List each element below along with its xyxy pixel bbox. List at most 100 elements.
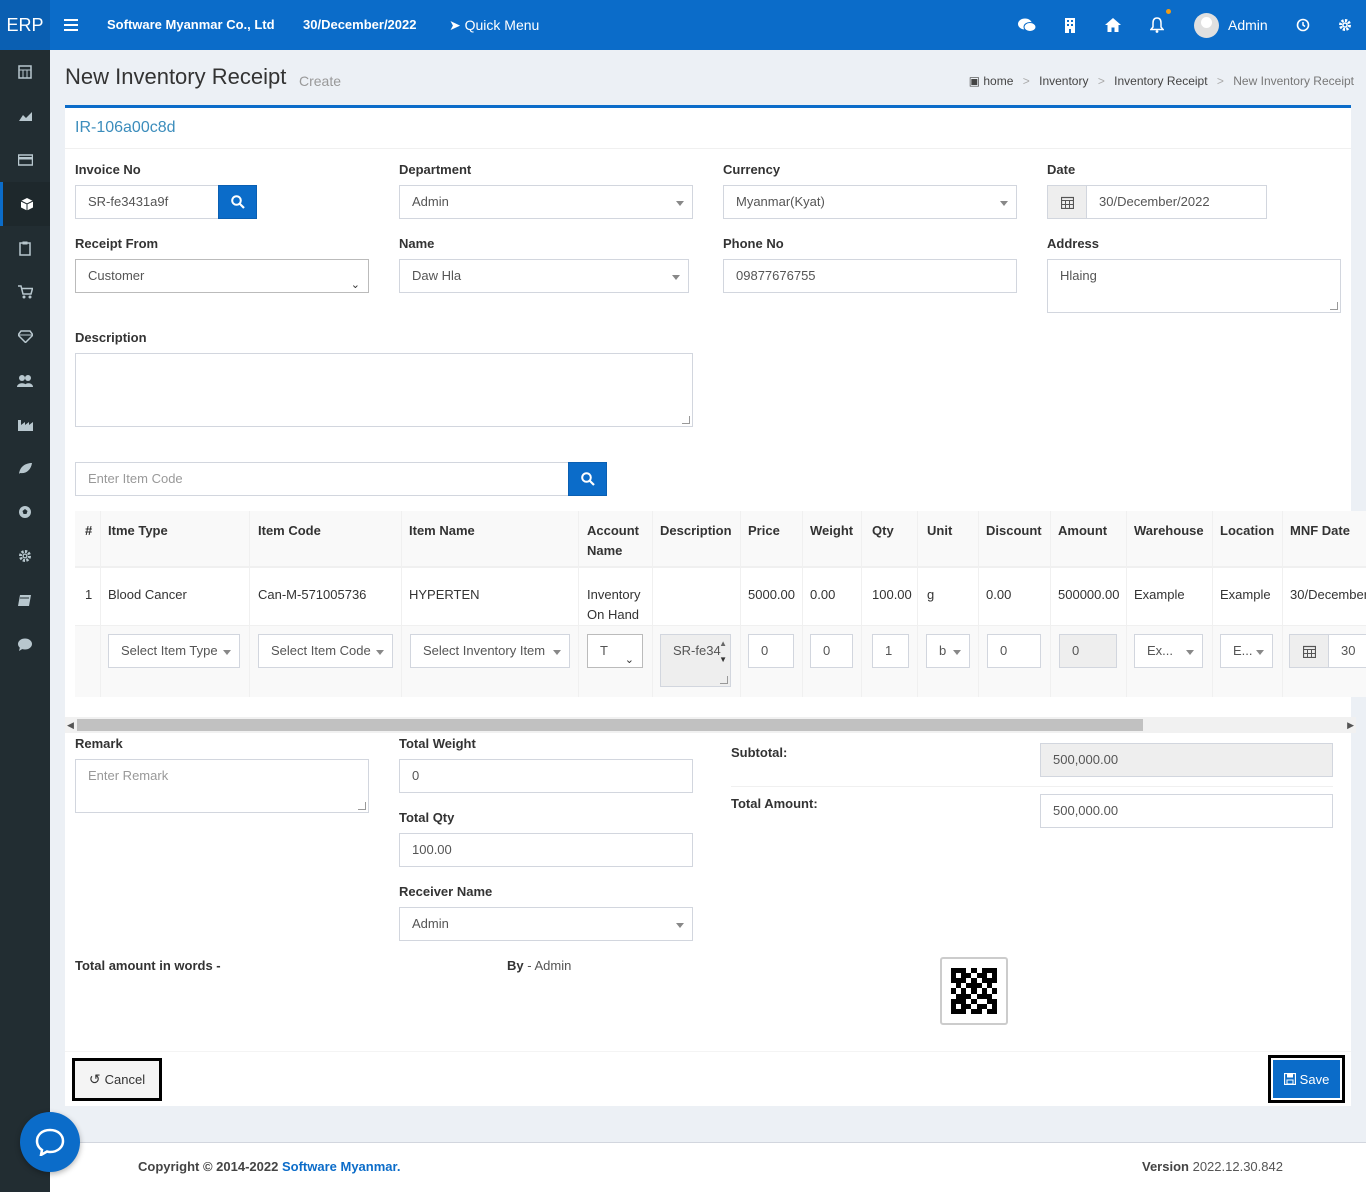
warehouse-value: Ex... [1147,643,1174,658]
save-label: Save [1299,1071,1330,1087]
floppy-disk-icon [1283,1073,1296,1085]
discount-input[interactable]: 0 [987,634,1041,668]
receipt-from-select[interactable]: Customer ⌄ [75,259,369,293]
invoice-no-input[interactable]: SR-fe3431a9f [75,185,219,219]
total-weight-label: Total Weight [399,736,476,751]
currency-select[interactable]: Myanmar(Kyat) [723,185,1017,219]
industry-icon[interactable] [0,402,50,446]
total-amount-label: Total Amount: [731,796,818,811]
department-select[interactable]: Admin [399,185,693,219]
remark-label: Remark [75,736,123,751]
scroll-left-icon[interactable]: ◀ [67,720,74,731]
calendar-icon [1302,645,1316,658]
phone-input[interactable]: 09877676755 [723,259,1017,293]
cell-no: 1 [85,587,93,602]
resize-handle-icon[interactable] [1330,302,1338,310]
qty-input[interactable]: 1 [872,634,909,668]
item-code-input[interactable]: Enter Item Code [75,462,569,496]
chat-widget-button[interactable] [20,1112,80,1172]
amount-input: 0 [1059,634,1117,668]
description-entry-textarea[interactable]: SR-fe34 ▲ ▼ [660,634,731,687]
comment-icon[interactable] [0,622,50,666]
cell-description [652,577,668,593]
remark-textarea[interactable]: Enter Remark [75,759,369,813]
football-icon[interactable] [0,490,50,534]
date-input[interactable]: 30/December/2022 [1086,185,1267,219]
quick-menu-button[interactable]: ➤ Quick Menu [449,0,539,50]
clipboard-icon[interactable] [0,226,50,270]
diamond-icon[interactable] [0,314,50,358]
sidebar-toggle-icon[interactable] [61,15,81,35]
undo-icon: ↺ [88,1071,101,1087]
credit-card-icon[interactable] [0,138,50,182]
invoice-search-button[interactable] [218,185,257,219]
resize-handle-icon[interactable] [682,416,690,424]
chat-icon[interactable] [1017,15,1037,35]
total-qty-input[interactable]: 100.00 [399,833,693,867]
mnf-calendar-addon[interactable] [1289,634,1329,668]
box-icon[interactable] [0,182,50,226]
breadcrumb: ▣ home > Inventory > Inventory Receipt >… [968,74,1354,88]
notification-dot [1166,9,1171,14]
unit-select[interactable]: b [926,634,970,668]
cell-amount: 500000.00 [1058,587,1120,602]
cancel-button[interactable]: ↺ Cancel [72,1058,162,1101]
cell-unit: g [927,587,935,602]
book-icon[interactable] [0,578,50,622]
company-name[interactable]: Software Myanmar Co., Ltd [107,0,275,50]
spin-up-icon[interactable]: ▲ [719,639,727,649]
receiver-name-select[interactable]: Admin [399,907,693,941]
weight-input[interactable]: 0 [810,634,853,668]
users-icon[interactable] [0,358,50,402]
gear-icon[interactable] [1335,15,1355,35]
spin-down-icon[interactable]: ▼ [719,655,727,665]
item-search-button[interactable] [568,462,607,496]
resize-handle-icon[interactable] [720,676,728,684]
breadcrumb-inventory-receipt[interactable]: Inventory Receipt [1114,74,1207,88]
calculator-icon[interactable] [0,50,50,94]
calendar-addon[interactable] [1047,185,1087,219]
mnf-date-input[interactable]: 30 [1328,634,1366,668]
scroll-thumb[interactable] [77,719,1143,731]
cart-icon[interactable] [0,270,50,314]
table-horizontal-scrollbar[interactable]: ◀ ▶ [65,717,1356,733]
save-button[interactable]: Save [1268,1055,1345,1103]
user-name[interactable]: Admin [1228,0,1268,50]
receiver-name-label: Receiver Name [399,884,493,899]
breadcrumb-inventory[interactable]: Inventory [1039,74,1088,88]
chart-icon[interactable] [0,94,50,138]
by-value: - Admin [527,958,572,973]
settings-icon[interactable] [0,534,50,578]
created-by: By - Admin [507,958,571,973]
col-header-no: # [85,523,93,538]
total-amount-input[interactable]: 500,000.00 [1040,794,1333,828]
user-avatar[interactable] [1194,13,1219,38]
item-code-select[interactable]: Select Item Code [258,634,393,668]
currency-label: Currency [723,162,781,177]
home-icon[interactable] [1103,15,1123,35]
name-select[interactable]: Daw Hla [399,259,689,293]
app-logo[interactable]: ERP [0,0,50,50]
col-header-item-code: Item Code [258,523,321,538]
item-type-select[interactable]: Select Item Type [108,634,240,668]
company-link[interactable]: Software Myanmar. [282,1159,401,1174]
location-select[interactable]: E... [1220,634,1273,668]
remark-placeholder: Enter Remark [88,768,169,783]
description-textarea[interactable] [75,353,693,427]
address-textarea[interactable]: Hlaing [1047,259,1341,313]
total-weight-input[interactable]: 0 [399,759,693,793]
warehouse-select[interactable]: Ex... [1134,634,1203,668]
inventory-item-select[interactable]: Select Inventory Item [410,634,570,668]
bell-icon[interactable] [1147,15,1167,35]
leaf-icon[interactable] [0,446,50,490]
col-header-amount: Amount [1058,523,1108,538]
account-select[interactable]: T ⌄ [587,634,643,668]
resize-handle-icon[interactable] [358,802,366,810]
version-value: 2022.12.30.842 [1192,1159,1283,1174]
history-icon[interactable] [1293,15,1313,35]
date-label: Date [1047,162,1076,177]
building-icon[interactable] [1060,15,1080,35]
breadcrumb-home[interactable]: home [983,74,1013,88]
price-input[interactable]: 0 [748,634,794,668]
scroll-right-icon[interactable]: ▶ [1347,720,1354,731]
